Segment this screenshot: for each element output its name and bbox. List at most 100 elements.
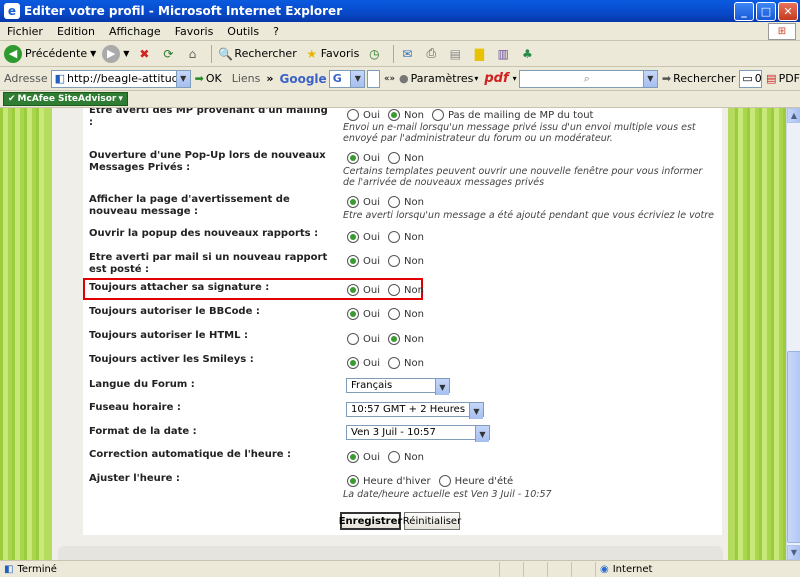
chevron-down-icon[interactable]: ▼ [350, 70, 365, 87]
radio-non[interactable]: Non [388, 109, 424, 121]
langue-select[interactable]: Français ▼ [346, 378, 450, 395]
radio-oui[interactable]: Oui [347, 231, 380, 243]
forward-button[interactable]: ▶ ▼ [102, 44, 129, 63]
refresh-button[interactable]: ⟳ [159, 45, 177, 63]
research-icon: ▥ [497, 46, 509, 61]
radio-oui[interactable]: Oui [347, 333, 380, 345]
langue-label: Langue du Forum : [89, 379, 195, 390]
history-button[interactable]: ◷ [365, 45, 383, 63]
home-button[interactable]: ⌂ [183, 45, 201, 63]
menu-help[interactable]: ? [266, 25, 286, 38]
row-label: Être averti des MP provenant d'un mailin… [89, 108, 328, 128]
zone-label: Internet [612, 563, 653, 575]
radio-non[interactable]: Non [388, 231, 424, 243]
radio-circle [388, 255, 400, 267]
save-button[interactable]: Enregistrer [339, 512, 402, 530]
radio-non[interactable]: Non [388, 357, 424, 369]
pdf-button[interactable]: ▤ PDF [766, 72, 800, 85]
chevron-down-icon: ▼ [469, 403, 483, 419]
radio-label: Heure d'été [454, 475, 514, 487]
radio-oui[interactable]: Oui [347, 308, 380, 320]
pdf-search-input[interactable]: ⌕ ▼ [518, 69, 658, 88]
scroll-down-arrow-icon[interactable]: ▼ [787, 545, 800, 560]
radio-circle [347, 451, 359, 463]
minimize-button[interactable]: _ [734, 1, 754, 21]
radio-circle [347, 333, 359, 345]
menu-fichier[interactable]: Fichier [0, 25, 50, 38]
radio-oui[interactable]: Oui [347, 451, 380, 463]
radio-label: Heure d'hiver [363, 475, 431, 487]
status-cell [548, 561, 572, 577]
format-value: Ven 3 Juil - 10:57 [351, 427, 436, 438]
menu-affichage[interactable]: Affichage [102, 25, 168, 38]
radio-label: Non [404, 231, 424, 243]
radio-non[interactable]: Non [388, 451, 424, 463]
back-button[interactable]: ◀ Précédente ▼ [4, 44, 96, 63]
scrollbar-thumb[interactable] [787, 351, 800, 543]
go-button[interactable]: ➡ OK [195, 72, 222, 85]
radio-heure-hiver[interactable]: Heure d'hiver [347, 475, 431, 487]
radio-circle [388, 284, 400, 296]
radio-oui[interactable]: Oui [347, 196, 380, 208]
zone-cell: ◉ Internet [596, 562, 706, 577]
stop-button[interactable]: ✖ [135, 45, 153, 63]
address-input[interactable]: ◧ http://beagle-attitude.forum ▼ [50, 69, 191, 88]
home-icon: ⌂ [188, 46, 197, 61]
vertical-scrollbar[interactable]: ▲ ▼ [786, 108, 800, 560]
google-logo: Google [279, 71, 327, 86]
radio-non[interactable]: Non [388, 284, 424, 296]
radio-pas-de-mailing[interactable]: Pas de mailing de MP du tout [431, 109, 594, 121]
search-label: Rechercher [234, 47, 297, 60]
radio-non[interactable]: Non [388, 196, 424, 208]
notes-button[interactable]: ▇ [470, 45, 488, 63]
reset-button[interactable]: Réinitialiser [403, 512, 461, 530]
radio-oui[interactable]: Oui [347, 109, 380, 121]
search-button[interactable]: 🔍 Rechercher [216, 45, 297, 63]
mcafee-siteadvisor-button[interactable]: ✔ McAfee SiteAdvisor ▾ [3, 92, 128, 106]
print-button[interactable]: ⎙ [422, 45, 440, 63]
radio-circle [388, 109, 400, 121]
radio-label: Non [404, 196, 424, 208]
chevron-down-icon[interactable]: ▼ [642, 70, 657, 87]
close-button[interactable]: ✕ [778, 1, 798, 21]
radio-oui[interactable]: Oui [347, 255, 380, 267]
menu-favoris[interactable]: Favoris [168, 25, 221, 38]
google-search-input[interactable] [367, 69, 380, 88]
pages-icon: ▭ [742, 72, 753, 85]
radio-oui[interactable]: Oui [347, 357, 380, 369]
messenger-button[interactable]: ♣ [518, 45, 536, 63]
radio-label: Pas de mailing de MP du tout [447, 109, 594, 121]
research-button[interactable]: ▥ [494, 45, 512, 63]
menu-edition[interactable]: Edition [50, 25, 102, 38]
edit-button[interactable]: ▤ [446, 45, 464, 63]
chevron-down-icon[interactable]: ▾ [513, 74, 517, 83]
pdf-search-button[interactable]: ➡ Rechercher [662, 72, 736, 85]
maximize-button[interactable]: □ [756, 1, 776, 21]
favorites-button[interactable]: ★ Favoris [303, 45, 359, 63]
chevron-right-icon[interactable]: «» [384, 74, 395, 84]
format-select[interactable]: Ven 3 Juil - 10:57 ▼ [346, 425, 490, 442]
radio-oui[interactable]: Oui [347, 152, 380, 164]
links-label[interactable]: Liens [232, 72, 261, 85]
radio-label: Oui [363, 284, 380, 296]
radio-circle [388, 231, 400, 243]
chevron-right-icon[interactable]: » [266, 72, 273, 85]
status-text: Terminé [17, 563, 57, 575]
fuseau-select[interactable]: 10:57 GMT + 2 Heures ▼ [346, 402, 484, 419]
radio-heure-ete[interactable]: Heure d'été [438, 475, 514, 487]
menu-outils[interactable]: Outils [220, 25, 266, 38]
radio-non[interactable]: Non [388, 152, 424, 164]
radio-non[interactable]: Non [388, 308, 424, 320]
pdf-count[interactable]: ▭ 0 [739, 69, 763, 88]
decorative-stripe-right [735, 108, 786, 560]
mail-button[interactable]: ✉ [398, 45, 416, 63]
chevron-down-icon[interactable]: ▼ [175, 70, 190, 87]
params-button[interactable]: ● Paramètres ▾ [399, 72, 478, 85]
radio-non[interactable]: Non [388, 333, 424, 345]
google-dropdown[interactable]: G ▼ [328, 69, 366, 88]
scroll-up-arrow-icon[interactable]: ▲ [787, 108, 800, 123]
pdf-count-value: 0 [754, 72, 762, 85]
status-bar: ◧ Terminé ◉ Internet [0, 560, 800, 577]
radio-oui[interactable]: Oui [347, 284, 380, 296]
radio-non[interactable]: Non [388, 255, 424, 267]
